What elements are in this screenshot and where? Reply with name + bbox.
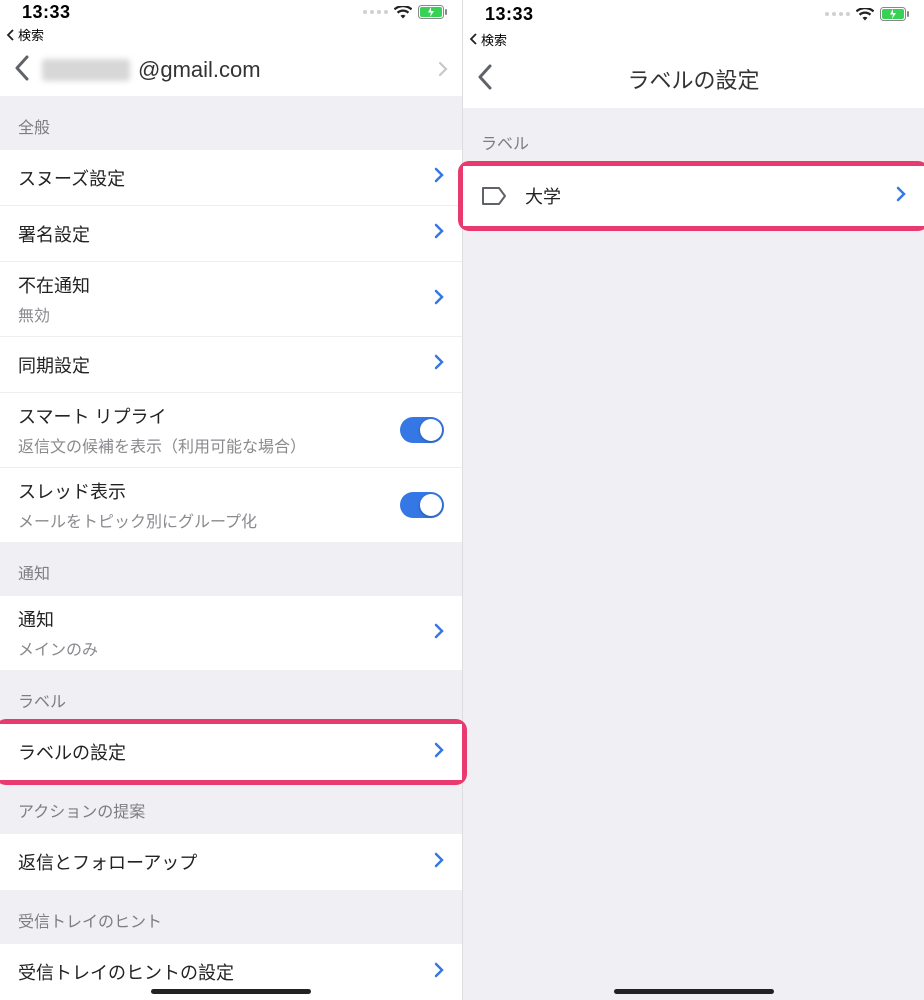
label: スレッド表示 xyxy=(18,478,400,504)
status-bar: 13:33 xyxy=(463,0,924,28)
section-header-suggest: アクションの提案 xyxy=(0,780,462,834)
nav-bar: ラベルの設定 xyxy=(463,50,924,108)
row-followup[interactable]: 返信とフォローアップ xyxy=(0,834,462,890)
label: 大学 xyxy=(525,183,896,209)
cell-dots-icon xyxy=(825,12,850,16)
status-time: 13:33 xyxy=(22,2,71,23)
chevron-right-icon xyxy=(434,852,444,873)
status-bar: 13:33 xyxy=(0,0,462,25)
return-to-search[interactable]: 検索 xyxy=(0,25,462,45)
row-thread[interactable]: スレッド表示 メールをトピック別にグループ化 xyxy=(0,468,462,542)
chevron-right-icon xyxy=(438,57,448,83)
chevron-right-icon xyxy=(434,962,444,983)
section-header-general: 全般 xyxy=(0,96,462,150)
email-suffix: @gmail.com xyxy=(138,57,261,83)
group-suggest: 返信とフォローアップ xyxy=(0,834,462,890)
return-to-search[interactable]: 検索 xyxy=(463,28,924,50)
status-indicators xyxy=(825,7,910,21)
section-header-notifications: 通知 xyxy=(0,542,462,596)
chevron-right-icon xyxy=(434,354,444,375)
back-button[interactable] xyxy=(14,55,42,86)
row-notify[interactable]: 通知 メインのみ xyxy=(0,596,462,670)
row-away[interactable]: 不在通知 無効 xyxy=(0,262,462,337)
sub: 返信文の候補を表示（利用可能な場合） xyxy=(18,433,400,457)
section-header-labels: ラベル xyxy=(0,670,462,724)
cell-dots-icon xyxy=(363,10,388,14)
label-icon xyxy=(481,186,525,206)
label: ラベルの設定 xyxy=(18,739,434,765)
chevron-right-icon xyxy=(434,623,444,644)
return-label: 検索 xyxy=(481,30,507,49)
home-indicator[interactable] xyxy=(151,989,311,994)
group-notifications: 通知 メインのみ xyxy=(0,596,462,670)
group-label-item-highlight: 大学 xyxy=(463,166,924,226)
chevron-right-icon xyxy=(434,223,444,244)
section-header-inbox-hint: 受信トレイのヒント xyxy=(0,890,462,944)
group-labels-highlight: ラベルの設定 xyxy=(0,724,462,780)
row-smart-reply[interactable]: スマート リプライ 返信文の候補を表示（利用可能な場合） xyxy=(0,393,462,468)
wifi-icon xyxy=(856,8,874,21)
label: 署名設定 xyxy=(18,221,434,247)
row-label-university[interactable]: 大学 xyxy=(463,166,924,226)
account-title[interactable]: @gmail.com xyxy=(42,57,448,83)
home-indicator[interactable] xyxy=(614,989,774,994)
status-indicators xyxy=(363,5,448,19)
label: スヌーズ設定 xyxy=(18,165,434,191)
chevron-right-icon xyxy=(896,186,906,207)
phone-right: 13:33 検索 ラベルの設定 ラベル 大学 xyxy=(462,0,924,1000)
row-signature[interactable]: 署名設定 xyxy=(0,206,462,262)
row-snooze[interactable]: スヌーズ設定 xyxy=(0,150,462,206)
label: 同期設定 xyxy=(18,352,434,378)
row-sync[interactable]: 同期設定 xyxy=(0,337,462,393)
label: 通知 xyxy=(18,606,434,632)
return-label: 検索 xyxy=(18,25,44,44)
label: 返信とフォローアップ xyxy=(18,849,434,875)
phone-left: 13:33 検索 @gmail.com 全般 スヌーズ設定 署名設定 xyxy=(0,0,462,1000)
label: 受信トレイのヒントの設定 xyxy=(18,959,434,985)
status-time: 13:33 xyxy=(485,4,534,25)
toggle-thread[interactable] xyxy=(400,492,444,518)
chevron-right-icon xyxy=(434,742,444,763)
toggle-smart-reply[interactable] xyxy=(400,417,444,443)
row-label-settings[interactable]: ラベルの設定 xyxy=(0,724,462,780)
sub: 無効 xyxy=(18,302,434,326)
sub: メールをトピック別にグループ化 xyxy=(18,508,400,532)
chevron-right-icon xyxy=(434,289,444,310)
battery-icon xyxy=(880,7,910,21)
chevron-right-icon xyxy=(434,167,444,188)
nav-bar: @gmail.com xyxy=(0,44,462,96)
redacted-email-prefix xyxy=(42,59,130,81)
label: 不在通知 xyxy=(18,272,434,298)
sub: メインのみ xyxy=(18,636,434,660)
page-title: ラベルの設定 xyxy=(477,63,910,95)
wifi-icon xyxy=(394,6,412,19)
section-header-labels: ラベル xyxy=(463,108,924,166)
label: スマート リプライ xyxy=(18,403,400,429)
group-general: スヌーズ設定 署名設定 不在通知 無効 同期設定 スマート リプライ 返信文の候… xyxy=(0,150,462,542)
battery-icon xyxy=(418,5,448,19)
